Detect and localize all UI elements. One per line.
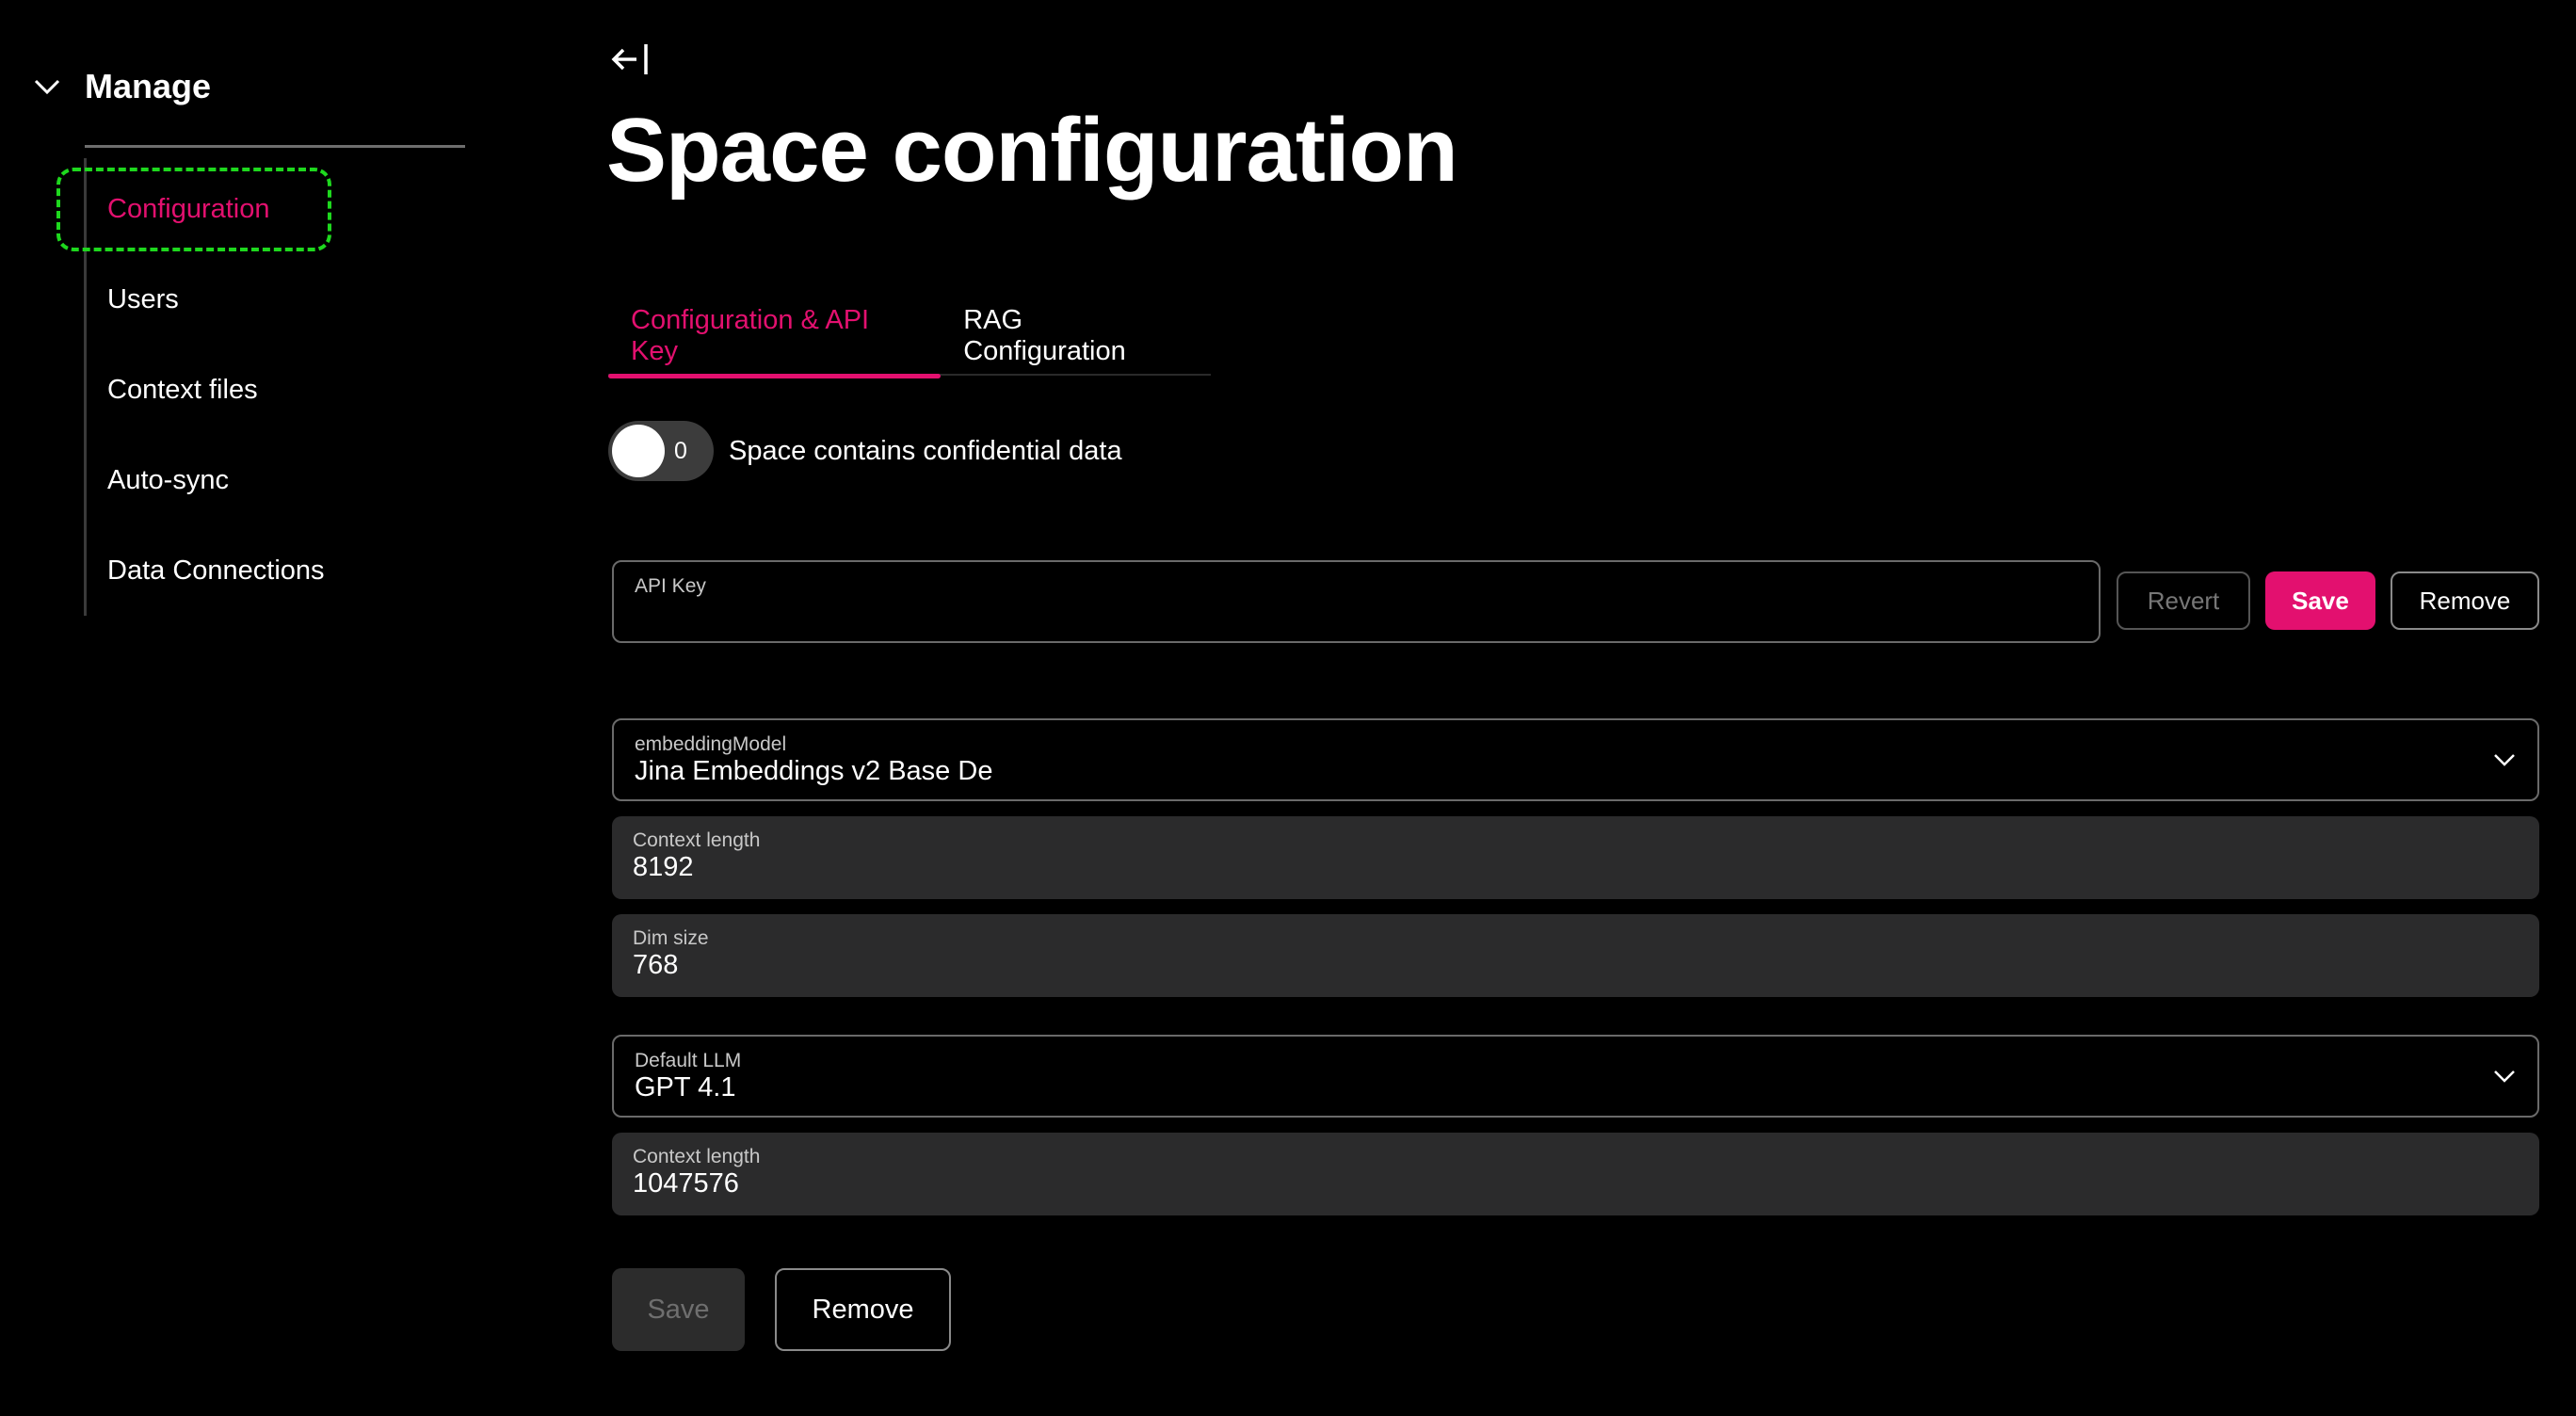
api-key-label: API Key [635, 575, 706, 597]
remove-api-key-button[interactable]: Remove [2391, 571, 2539, 630]
api-key-input[interactable]: API Key [612, 560, 2101, 643]
manage-section-header[interactable]: Manage [28, 58, 211, 115]
embedding-model-value: Jina Embeddings v2 Base De [635, 756, 993, 786]
default-llm-label: Default LLM [635, 1050, 742, 1071]
manage-section-title: Manage [85, 67, 212, 105]
confidential-data-label: Space contains confidential data [729, 435, 1122, 466]
remove-button[interactable]: Remove [775, 1268, 951, 1351]
dim-size-label: Dim size [633, 927, 709, 949]
chevron-down-icon[interactable] [2492, 1037, 2517, 1116]
confidential-toggle-row: 0 Space contains confidential data [608, 421, 1122, 481]
default-llm-select[interactable]: Default LLM GPT 4.1 [612, 1035, 2539, 1118]
nav-tree-line [84, 158, 87, 616]
context-length-label: Context length [633, 829, 761, 851]
save-api-key-button[interactable]: Save [2265, 571, 2375, 630]
confidential-data-toggle[interactable]: 0 [608, 421, 714, 481]
section-divider [85, 145, 465, 148]
tab-configuration-api-key[interactable]: Configuration & API Key [608, 297, 942, 378]
tab-rag-configuration[interactable]: RAG Configuration [941, 297, 1211, 376]
page-title: Space configuration [606, 100, 1458, 201]
embedding-model-select[interactable]: embeddingModel Jina Embeddings v2 Base D… [612, 718, 2539, 801]
remove-button-label: Remove [2419, 586, 2511, 615]
context-length-value: 8192 [633, 852, 694, 882]
sidebar-item-users[interactable]: Users [107, 271, 179, 328]
toggle-knob [612, 425, 665, 477]
dim-size-value: 768 [633, 950, 679, 980]
chevron-down-icon[interactable] [2492, 720, 2517, 799]
tab-bar: Configuration & API Key RAG Configuratio… [608, 297, 1211, 378]
sidebar-item-label: Data Connections [107, 555, 325, 586]
collapse-sidebar-button[interactable] [608, 38, 665, 85]
tab-label: RAG Configuration [963, 305, 1126, 366]
sidebar-item-label: Context files [107, 374, 258, 405]
sidebar-item-label: Configuration [107, 193, 270, 224]
save-button-label: Save [2292, 586, 2349, 615]
revert-button[interactable]: Revert [2117, 571, 2250, 630]
sidebar-item-auto-sync[interactable]: Auto-sync [107, 452, 229, 508]
tab-label: Configuration & API Key [631, 305, 870, 366]
revert-button-label: Revert [2147, 586, 2220, 615]
chevron-down-icon[interactable] [28, 68, 66, 105]
context-length-value: 1047576 [633, 1168, 739, 1199]
save-button[interactable]: Save [612, 1268, 745, 1351]
sidebar-item-data-connections[interactable]: Data Connections [107, 542, 325, 599]
default-llm-value: GPT 4.1 [635, 1072, 736, 1102]
embedding-model-label: embeddingModel [635, 733, 787, 755]
llm-context-length-field: Context length 1047576 [612, 1133, 2539, 1215]
save-button-label: Save [647, 1294, 710, 1325]
remove-button-label: Remove [812, 1294, 914, 1325]
embedding-context-length-field: Context length 8192 [612, 816, 2539, 899]
dim-size-field: Dim size 768 [612, 914, 2539, 997]
toggle-value: 0 [674, 437, 687, 464]
sidebar: Manage Configuration Users Context files… [0, 0, 527, 1416]
space-configuration-page: Manage Configuration Users Context files… [0, 0, 2576, 1416]
sidebar-item-label: Users [107, 283, 179, 314]
sidebar-item-configuration[interactable]: Configuration [107, 181, 270, 237]
sidebar-item-label: Auto-sync [107, 464, 229, 495]
sidebar-item-context-files[interactable]: Context files [107, 362, 258, 418]
context-length-label: Context length [633, 1146, 761, 1167]
arrow-left-bar-icon [608, 40, 650, 83]
